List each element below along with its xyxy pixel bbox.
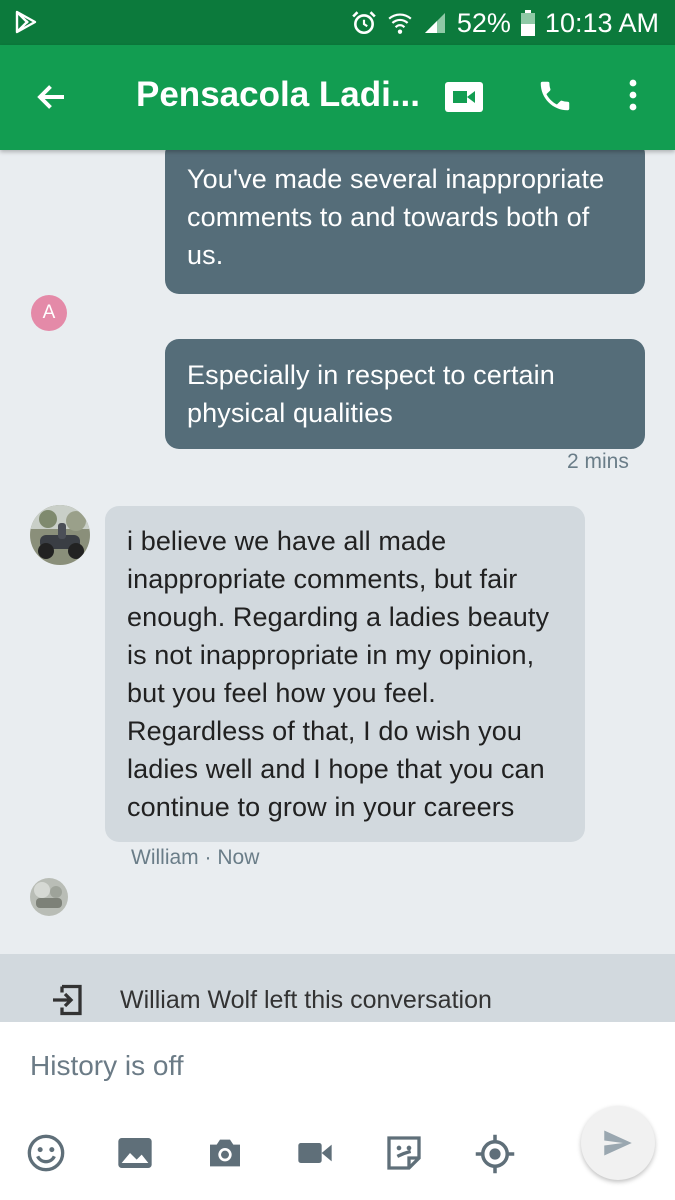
- signal-icon: [424, 13, 445, 33]
- message-sender-meta: William · Now: [131, 846, 259, 870]
- system-message-text: William Wolf left this conversation: [120, 986, 492, 1014]
- avatar[interactable]: [30, 505, 90, 565]
- message-bubble-outgoing[interactable]: You've made several inappropriate commen…: [165, 140, 645, 294]
- more-options-icon[interactable]: [624, 77, 642, 113]
- profile-photo-icon: [30, 505, 90, 565]
- location-icon[interactable]: [474, 1133, 516, 1175]
- image-icon[interactable]: [115, 1133, 155, 1173]
- message-timestamp: Now: [217, 846, 260, 869]
- exit-conversation-icon: [53, 984, 82, 1016]
- alarm-icon: [352, 11, 376, 35]
- composer: History is off: [0, 1022, 675, 1200]
- message-input[interactable]: History is off: [30, 1050, 184, 1082]
- message-timestamp: 2 mins: [567, 450, 629, 473]
- camera-icon[interactable]: [205, 1133, 245, 1173]
- conversation-title[interactable]: Pensacola Ladi...: [136, 75, 420, 115]
- emoji-icon[interactable]: [26, 1133, 66, 1173]
- video-icon[interactable]: [295, 1133, 335, 1173]
- clock: 10:13 AM: [544, 7, 659, 38]
- message-bubble-incoming[interactable]: i believe we have all made inappropriate…: [105, 506, 585, 842]
- send-icon: [604, 1130, 632, 1156]
- meta-separator: ·: [204, 846, 212, 869]
- play-store-icon: [15, 10, 37, 34]
- avatar[interactable]: [30, 878, 68, 916]
- avatar[interactable]: A: [31, 295, 67, 331]
- status-bar: 52% 10:13 AM: [0, 0, 675, 45]
- back-arrow-icon[interactable]: [34, 79, 70, 115]
- battery-icon: [520, 10, 535, 36]
- send-button[interactable]: [581, 1106, 655, 1180]
- profile-photo-icon: [30, 878, 68, 916]
- message-bubble-outgoing[interactable]: Especially in respect to certain physica…: [165, 339, 645, 449]
- system-message-row: William Wolf left this conversation: [0, 954, 675, 1022]
- sender-name: William: [131, 846, 199, 869]
- battery-percent: 52%: [456, 7, 511, 38]
- phone-call-icon[interactable]: [536, 77, 574, 115]
- sticker-icon[interactable]: [384, 1133, 424, 1173]
- wifi-icon: [388, 13, 412, 34]
- video-call-icon[interactable]: [444, 81, 484, 113]
- app-bar: Pensacola Ladi...: [0, 45, 675, 150]
